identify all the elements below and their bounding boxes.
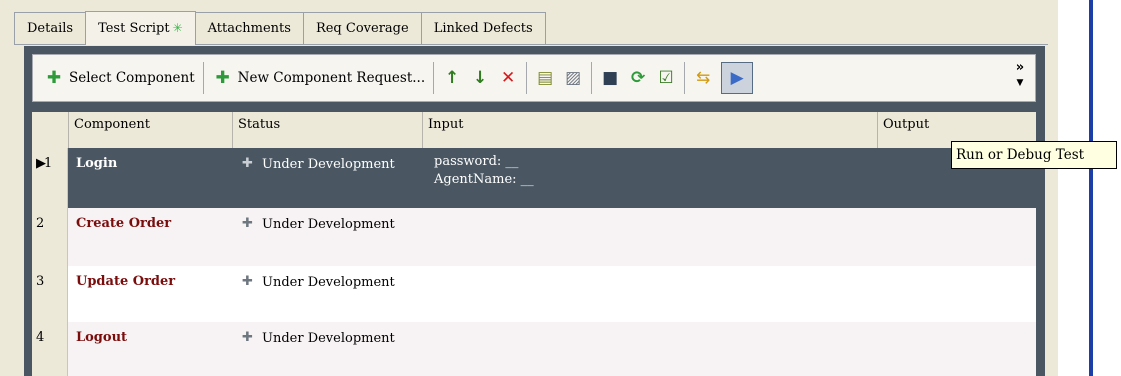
table-row[interactable]: ▶ 1 Login ✚ Under Development password: … xyxy=(32,148,1036,208)
status-cell: ✚ Under Development xyxy=(242,156,395,172)
tab-test-script[interactable]: Test Script ✳ xyxy=(85,11,196,45)
component-name[interactable]: Login xyxy=(76,156,117,171)
row-number: 1 xyxy=(44,156,53,171)
status-cell: ✚ Under Development xyxy=(242,330,395,346)
status-text: Under Development xyxy=(262,156,395,172)
column-label: Status xyxy=(238,117,281,132)
new-component-icon: ✚ xyxy=(215,68,230,88)
tab-attachments[interactable]: Attachments xyxy=(194,12,304,44)
validate-icon[interactable]: ☑ xyxy=(655,67,677,89)
expand-all-icon[interactable]: ▤ xyxy=(534,67,556,89)
puzzle-piece-icon: ✚ xyxy=(242,274,253,289)
tab-details[interactable]: Details xyxy=(14,12,87,44)
row-number: 2 xyxy=(36,216,45,231)
tab-linked-defects[interactable]: Linked Defects xyxy=(420,12,546,44)
column-label: Output xyxy=(883,117,930,132)
status-text: Under Development xyxy=(262,216,395,232)
input-param-agentname: AgentName: __ xyxy=(434,172,534,187)
test-script-panel: ✚ Select Component ✚ New Component Reque… xyxy=(24,46,1045,376)
toolbar-overflow-button[interactable]: » ▼ xyxy=(1013,61,1027,90)
grid-header: Component Status Input Output xyxy=(32,112,1036,149)
row-number-cell: 4 xyxy=(32,322,68,376)
add-component-icon: ✚ xyxy=(46,68,62,88)
status-cell: ✚ Under Development xyxy=(242,274,395,290)
play-icon: ▶ xyxy=(730,68,744,88)
column-header-status[interactable]: Status xyxy=(232,112,422,148)
tab-label: Attachments xyxy=(207,21,291,36)
delete-icon[interactable]: ✕ xyxy=(497,67,519,89)
column-header-input[interactable]: Input xyxy=(422,112,877,148)
puzzle-piece-icon: ✚ xyxy=(242,156,253,171)
table-row[interactable]: 4 Logout ✚ Under Development xyxy=(32,322,1036,376)
toolbar-separator xyxy=(202,62,204,94)
toolbar-separator xyxy=(526,62,528,94)
status-text: Under Development xyxy=(262,274,395,290)
puzzle-piece-icon: ✚ xyxy=(242,330,253,345)
row-number-cell: ▶ 1 xyxy=(32,148,68,208)
select-component-label: Select Component xyxy=(69,70,195,86)
component-name[interactable]: Update Order xyxy=(76,274,175,289)
dropdown-arrow-icon: ▼ xyxy=(1016,78,1024,88)
status-text: Under Development xyxy=(262,330,395,346)
component-grid: Component Status Input Output ▶ 1 Login … xyxy=(32,112,1036,376)
toolbar-separator xyxy=(591,62,593,94)
select-component-button[interactable]: ✚ Select Component xyxy=(39,59,199,97)
move-up-icon[interactable]: ↑ xyxy=(441,67,463,89)
move-down-icon[interactable]: ↓ xyxy=(469,67,491,89)
table-row[interactable]: 2 Create Order ✚ Under Development xyxy=(32,208,1036,266)
puzzle-piece-icon: ✚ xyxy=(242,216,253,231)
refresh-icon[interactable]: ⟳ xyxy=(627,67,649,89)
component-name[interactable]: Logout xyxy=(76,330,127,345)
row-number: 4 xyxy=(36,330,45,345)
tab-label: Details xyxy=(27,21,74,36)
row-number-header xyxy=(32,112,68,148)
input-cell[interactable]: password: __ AgentName: __ xyxy=(434,153,534,189)
parameters-icon[interactable]: ⇆ xyxy=(692,67,714,89)
column-header-component[interactable]: Component xyxy=(68,112,232,148)
collapse-all-icon[interactable]: ▨ xyxy=(562,67,584,89)
toolbar-separator xyxy=(684,62,686,94)
input-param-password: password: __ xyxy=(434,154,519,169)
toolbar: ✚ Select Component ✚ New Component Reque… xyxy=(32,54,1036,102)
tab-label: Req Coverage xyxy=(315,21,409,36)
modified-marker-icon: ✳ xyxy=(172,21,183,35)
component-name[interactable]: Create Order xyxy=(76,216,171,231)
table-row[interactable]: 3 Update Order ✚ Under Development xyxy=(32,266,1036,322)
chevron-right-double-icon: » xyxy=(1015,60,1025,75)
tab-label: Test Script xyxy=(98,21,170,36)
toolbar-separator xyxy=(433,62,435,94)
tab-label: Linked Defects xyxy=(433,21,533,36)
status-cell: ✚ Under Development xyxy=(242,216,395,232)
run-debug-tooltip: Run or Debug Test xyxy=(951,141,1117,169)
right-splitter[interactable] xyxy=(1089,0,1093,376)
column-label: Input xyxy=(428,117,464,132)
tab-strip: Details Test Script ✳ Attachments Req Cov… xyxy=(14,11,546,45)
row-number-cell: 2 xyxy=(32,208,68,266)
run-debug-test-button[interactable]: ▶ xyxy=(721,62,754,94)
row-number-cell: 3 xyxy=(32,266,68,322)
new-component-request-label: New Component Request... xyxy=(237,70,426,86)
column-label: Component xyxy=(74,117,150,132)
new-component-request-button[interactable]: ✚ New Component Request... xyxy=(208,59,429,97)
tab-req-coverage[interactable]: Req Coverage xyxy=(302,12,422,44)
row-number: 3 xyxy=(36,274,45,289)
save-icon[interactable]: ■ xyxy=(599,67,621,89)
